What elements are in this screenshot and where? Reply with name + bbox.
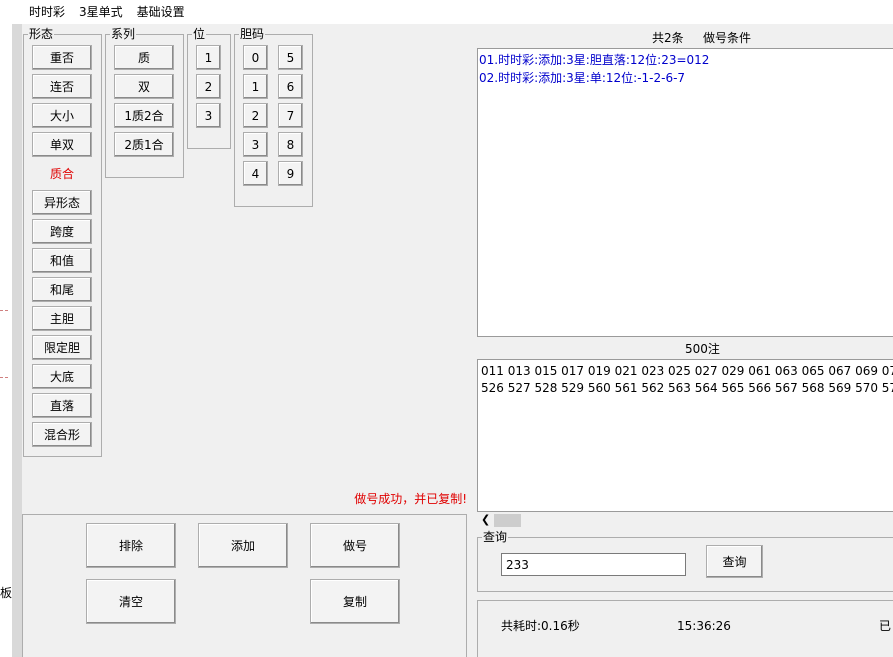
danma-4-button[interactable]: 4: [243, 161, 268, 186]
result-line: 011 013 015 017 019 021 023 025 027 029 …: [481, 364, 893, 378]
menu-shishicai[interactable]: 时时彩: [22, 0, 72, 24]
xilie-shuang-button[interactable]: 双: [114, 74, 174, 99]
menu-bar: 时时彩 3星单式 基础设置: [22, 0, 893, 24]
clock-time: 15:36:26: [677, 619, 731, 633]
copy-button[interactable]: 复制: [310, 579, 400, 624]
xingtai-daxiao-button[interactable]: 大小: [32, 103, 92, 128]
clear-button[interactable]: 清空: [86, 579, 176, 624]
group-xilie-label: 系列: [110, 27, 137, 41]
xingtai-lianfou-button[interactable]: 连否: [32, 74, 92, 99]
query-group-label: 查询: [482, 530, 509, 544]
condition-item[interactable]: 01.时时彩:添加:3星:胆直落:12位:23=012: [479, 51, 893, 69]
danma-7-button[interactable]: 7: [278, 103, 303, 128]
edge-mark: [0, 377, 8, 378]
xingtai-zhihe-active[interactable]: 质合: [32, 166, 92, 182]
query-button[interactable]: 查询: [706, 545, 763, 578]
danma-8-button[interactable]: 8: [278, 132, 303, 157]
xilie-zhi-button[interactable]: 质: [114, 45, 174, 70]
results-horizontal-scrollbar[interactable]: ❮: [477, 512, 893, 529]
xingtai-hunhexing-button[interactable]: 混合形: [32, 422, 92, 447]
results-count: 500注: [685, 342, 720, 356]
edge-mark: [0, 310, 8, 311]
wei-1-button[interactable]: 1: [196, 45, 221, 70]
scrollbar-thumb[interactable]: [494, 514, 521, 527]
danma-3-button[interactable]: 3: [243, 132, 268, 157]
menu-basic-settings[interactable]: 基础设置: [130, 0, 192, 24]
xingtai-danshuang-button[interactable]: 单双: [32, 132, 92, 157]
xingtai-zhiluo-button[interactable]: 直落: [32, 393, 92, 418]
danma-0-button[interactable]: 0: [243, 45, 268, 70]
xingtai-chongfou-button[interactable]: 重否: [32, 45, 92, 70]
conditions-list[interactable]: 01.时时彩:添加:3星:胆直落:12位:23=012 02.时时彩:添加:3星…: [477, 48, 893, 337]
xingtai-yixingtai-button[interactable]: 异形态: [32, 190, 92, 215]
xingtai-zhudan-button[interactable]: 主胆: [32, 306, 92, 331]
result-line: 526 527 528 529 560 561 562 563 564 565 …: [481, 381, 893, 395]
status-cut-text: 已: [879, 619, 892, 633]
wei-3-button[interactable]: 3: [196, 103, 221, 128]
left-splitter: [12, 24, 22, 657]
group-danma-label: 胆码: [239, 27, 266, 41]
group-xingtai-label: 形态: [28, 27, 55, 41]
query-input[interactable]: [501, 553, 686, 576]
add-button[interactable]: 添加: [198, 523, 288, 568]
danma-2-button[interactable]: 2: [243, 103, 268, 128]
danma-9-button[interactable]: 9: [278, 161, 303, 186]
danma-5-button[interactable]: 5: [278, 45, 303, 70]
condition-item[interactable]: 02.时时彩:添加:3星:单:12位:-1-2-6-7: [479, 69, 893, 87]
exclude-button[interactable]: 排除: [86, 523, 176, 568]
conditions-count: 共2条: [652, 31, 684, 45]
xingtai-hezhi-button[interactable]: 和值: [32, 248, 92, 273]
status-message: 做号成功，并已复制!: [354, 492, 467, 506]
conditions-title: 做号条件: [703, 31, 752, 45]
xingtai-dadi-button[interactable]: 大底: [32, 364, 92, 389]
xingtai-kuadu-button[interactable]: 跨度: [32, 219, 92, 244]
left-edge-label: 板: [0, 586, 13, 600]
left-window-strip: [0, 24, 12, 657]
xingtai-hewei-button[interactable]: 和尾: [32, 277, 92, 302]
danma-1-button[interactable]: 1: [243, 74, 268, 99]
wei-2-button[interactable]: 2: [196, 74, 221, 99]
group-wei-label: 位: [192, 27, 207, 41]
xilie-2zhi1he-button[interactable]: 2质1合: [114, 132, 174, 157]
xilie-1zhi2he-button[interactable]: 1质2合: [114, 103, 174, 128]
elapsed-time: 共耗时:0.16秒: [501, 619, 580, 633]
danma-6-button[interactable]: 6: [278, 74, 303, 99]
xingtai-xiandingdan-button[interactable]: 限定胆: [32, 335, 92, 360]
menu-3xing-danshi[interactable]: 3星单式: [72, 0, 130, 24]
make-number-button[interactable]: 做号: [310, 523, 400, 568]
scroll-left-arrow-icon[interactable]: ❮: [481, 513, 490, 526]
results-area[interactable]: 011 013 015 017 019 021 023 025 027 029 …: [477, 359, 893, 512]
